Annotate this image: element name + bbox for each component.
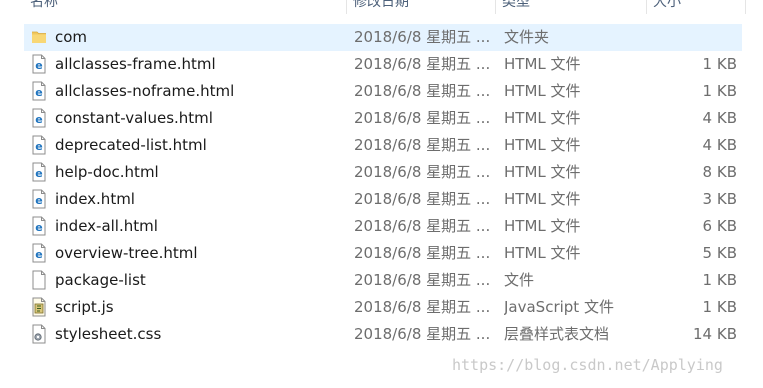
file-type: HTML 文件: [504, 163, 581, 181]
folder-icon: [31, 27, 47, 47]
html-file-icon: e: [31, 189, 47, 209]
svg-text:e: e: [35, 59, 42, 72]
file-row[interactable]: package-list 2018/6/8 星期五 ... 文件 1 KB: [24, 267, 742, 294]
file-type: 层叠样式表文档: [504, 325, 610, 343]
file-size: 3 KB: [702, 190, 737, 208]
file-name: constant-values.html: [55, 109, 213, 127]
file-modified-date: 2018/6/8 星期五 ...: [354, 163, 491, 181]
file-type: HTML 文件: [504, 190, 581, 208]
html-file-icon: e: [31, 108, 47, 128]
file-name: stylesheet.css: [55, 325, 162, 343]
file-type: HTML 文件: [504, 136, 581, 154]
file-row[interactable]: e constant-values.html 2018/6/8 星期五 ... HTM…: [24, 105, 742, 132]
file-name: script.js: [55, 298, 114, 316]
file-size: 1 KB: [702, 82, 737, 100]
file-row[interactable]: stylesheet.css 2018/6/8 星期五 ... 层叠样式表文档 14 …: [24, 321, 742, 348]
file-modified-date: 2018/6/8 星期五 ...: [354, 55, 491, 73]
file-type: HTML 文件: [504, 244, 581, 262]
file-modified-date: 2018/6/8 星期五 ...: [354, 28, 491, 46]
file-name: help-doc.html: [55, 163, 159, 181]
column-divider[interactable]: [745, 0, 746, 14]
file-modified-date: 2018/6/8 星期五 ...: [354, 109, 491, 127]
file-type: HTML 文件: [504, 55, 581, 73]
file-name: deprecated-list.html: [55, 136, 207, 154]
file-type: HTML 文件: [504, 109, 581, 127]
file-row[interactable]: e deprecated-list.html 2018/6/8 星期五 ... HTM…: [24, 132, 742, 159]
file-size: 14 KB: [693, 325, 737, 343]
column-header-date[interactable]: 修改日期: [347, 0, 495, 14]
file-row[interactable]: e allclasses-noframe.html 2018/6/8 星期五 ...…: [24, 78, 742, 105]
file-modified-date: 2018/6/8 星期五 ...: [354, 82, 491, 100]
file-size: 8 KB: [702, 163, 737, 181]
script-file-icon: [31, 297, 47, 317]
svg-text:e: e: [35, 86, 42, 99]
css-file-icon: [31, 324, 47, 344]
column-header-type[interactable]: 类型: [496, 0, 644, 14]
file-size: 4 KB: [702, 109, 737, 127]
file-size: [644, 24, 737, 51]
column-header-size[interactable]: 大小: [647, 0, 745, 14]
html-file-icon: e: [31, 135, 47, 155]
svg-text:e: e: [35, 248, 42, 261]
file-row[interactable]: e overview-tree.html 2018/6/8 星期五 ... HTML …: [24, 240, 742, 267]
file-name: allclasses-noframe.html: [55, 82, 235, 100]
file-name: index-all.html: [55, 217, 158, 235]
html-file-icon: e: [31, 162, 47, 182]
file-type: 文件夹: [504, 28, 550, 46]
file-size: 5 KB: [702, 244, 737, 262]
svg-text:e: e: [35, 221, 42, 234]
file-modified-date: 2018/6/8 星期五 ...: [354, 190, 491, 208]
file-type: JavaScript 文件: [504, 298, 614, 316]
html-file-icon: e: [31, 81, 47, 101]
file-type: 文件: [504, 271, 535, 289]
file-row[interactable]: e index.html 2018/6/8 星期五 ... HTML 文件 3 KB: [24, 186, 742, 213]
file-type: HTML 文件: [504, 217, 581, 235]
file-size: 1 KB: [702, 55, 737, 73]
file-name: index.html: [55, 190, 135, 208]
file-modified-date: 2018/6/8 星期五 ...: [354, 271, 491, 289]
file-name: package-list: [55, 271, 146, 289]
html-file-icon: e: [31, 243, 47, 263]
file-modified-date: 2018/6/8 星期五 ...: [354, 217, 491, 235]
svg-text:e: e: [35, 194, 42, 207]
file-row[interactable]: com 2018/6/8 星期五 ... 文件夹: [24, 24, 742, 51]
column-header-name[interactable]: 名称: [24, 0, 344, 14]
watermark-text: https://blog.csdn.net/Applying: [452, 356, 723, 374]
file-name: overview-tree.html: [55, 244, 198, 262]
file-name: allclasses-frame.html: [55, 55, 216, 73]
svg-text:e: e: [35, 113, 42, 126]
file-row[interactable]: e help-doc.html 2018/6/8 星期五 ... HTML 文件 8 K…: [24, 159, 742, 186]
file-name: com: [55, 28, 88, 46]
column-header-bar: 名称 修改日期 类型 大小: [0, 0, 763, 14]
svg-text:e: e: [35, 167, 42, 180]
file-size: 4 KB: [702, 136, 737, 154]
file-modified-date: 2018/6/8 星期五 ...: [354, 244, 491, 262]
file-modified-date: 2018/6/8 星期五 ...: [354, 136, 491, 154]
file-modified-date: 2018/6/8 星期五 ...: [354, 325, 491, 343]
file-size: 1 KB: [702, 271, 737, 289]
file-row[interactable]: script.js 2018/6/8 星期五 ... JavaScript 文件 1 …: [24, 294, 742, 321]
file-row[interactable]: e index-all.html 2018/6/8 星期五 ... HTML 文件 6 …: [24, 213, 742, 240]
file-size: 6 KB: [702, 217, 737, 235]
svg-text:e: e: [35, 140, 42, 153]
html-file-icon: e: [31, 216, 47, 236]
file-row[interactable]: e allclasses-frame.html 2018/6/8 星期五 ... HT…: [24, 51, 742, 78]
file-modified-date: 2018/6/8 星期五 ...: [354, 298, 491, 316]
blank-file-icon: [31, 270, 47, 290]
file-type: HTML 文件: [504, 82, 581, 100]
file-size: 1 KB: [702, 298, 737, 316]
html-file-icon: e: [31, 54, 47, 74]
file-explorer-window: 名称 修改日期 类型 大小 com 2018/6/8 星期五 ... 文件夹 e all…: [0, 0, 763, 388]
